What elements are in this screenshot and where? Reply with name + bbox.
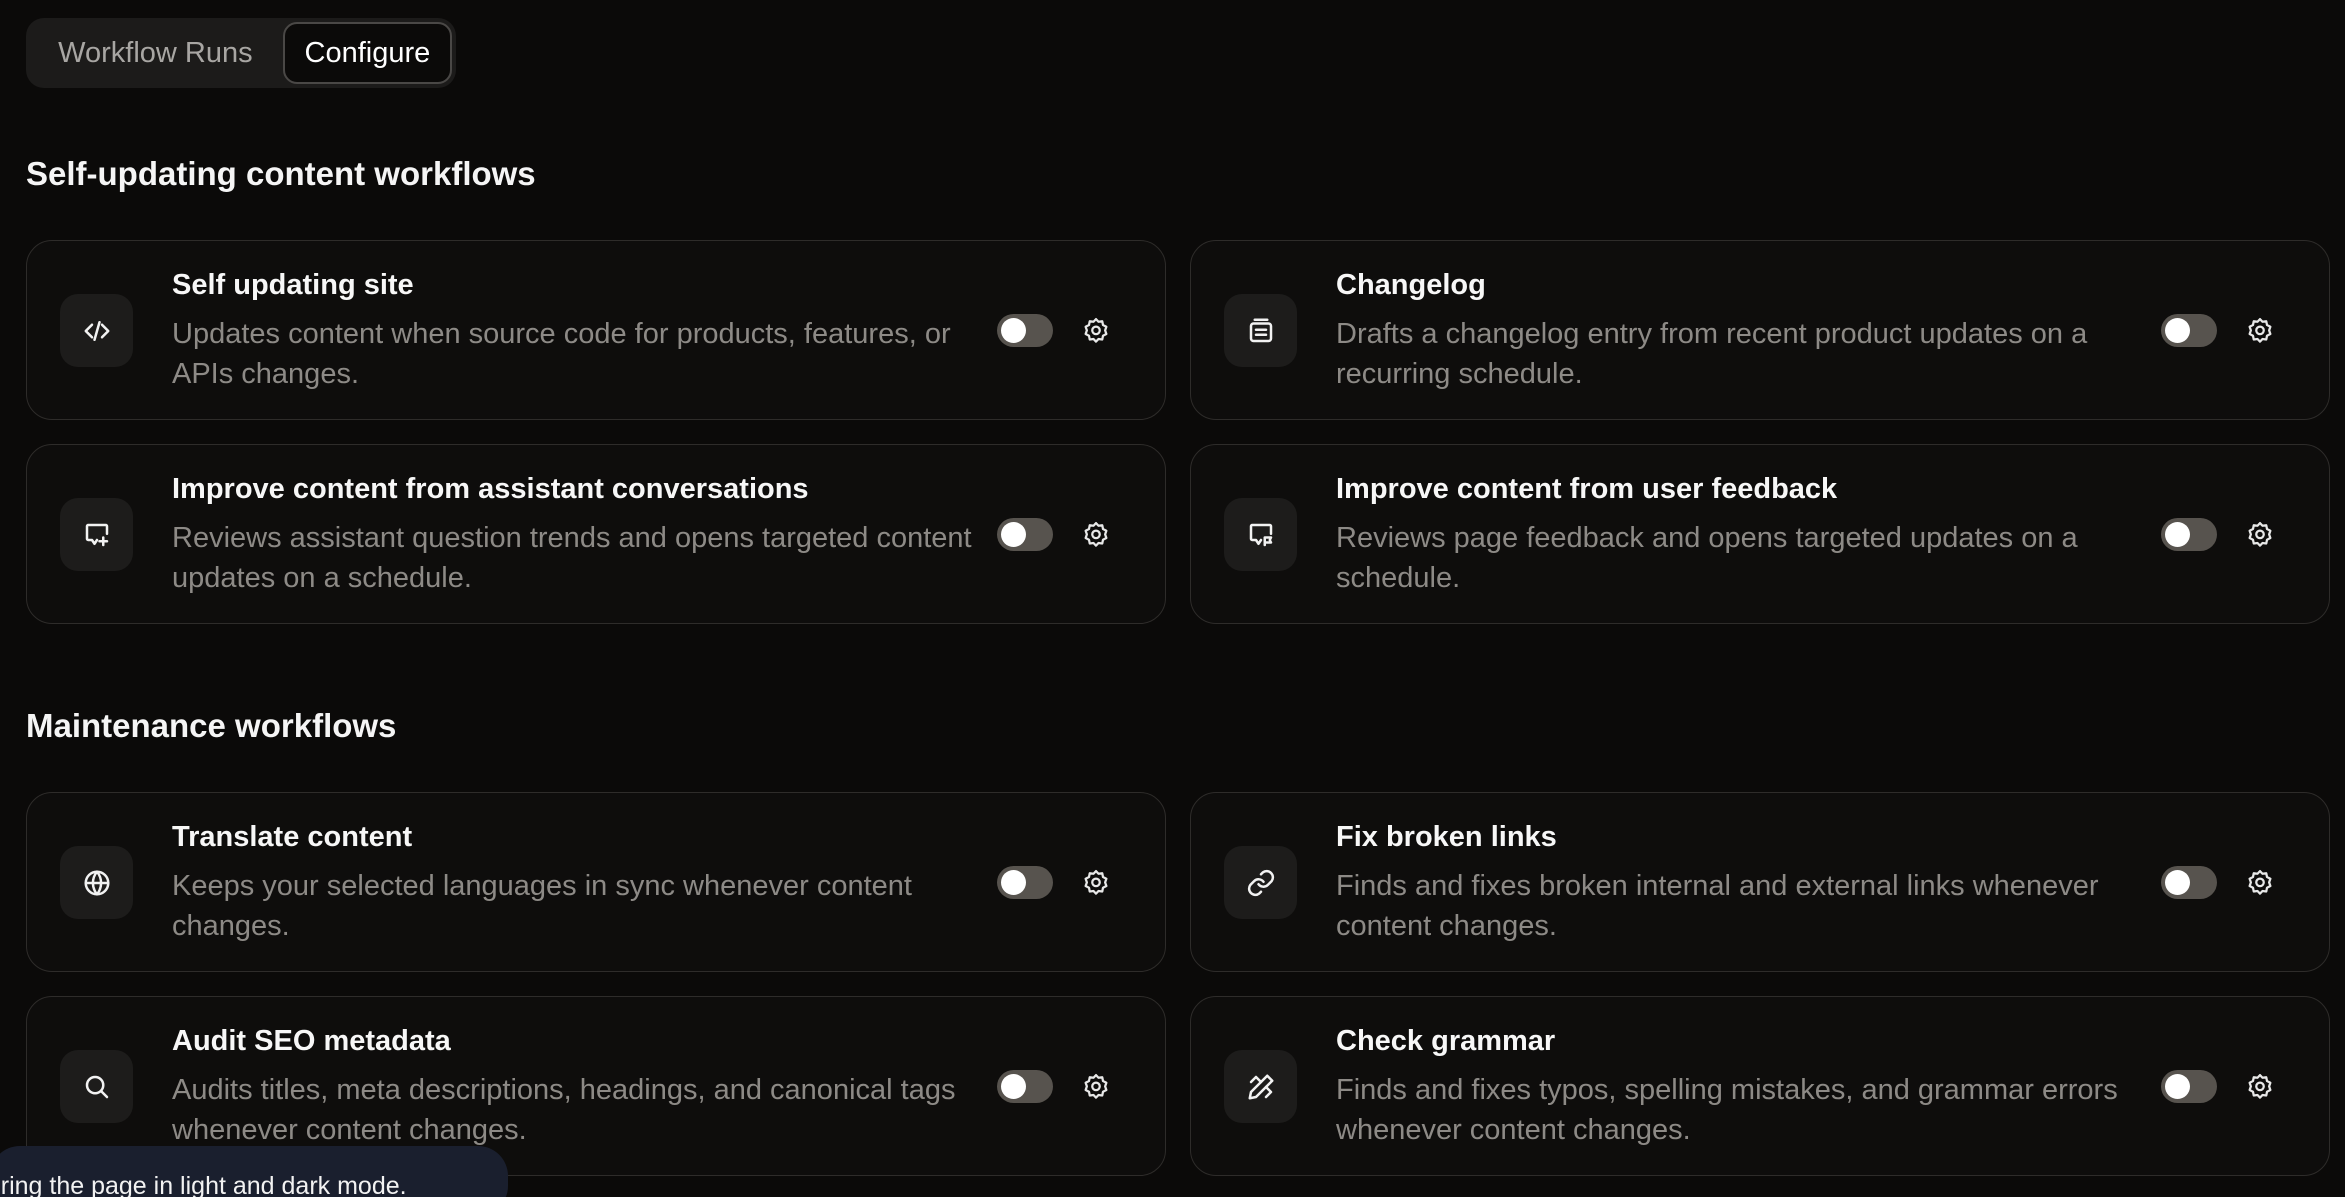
- workflow-description: Finds and fixes broken internal and exte…: [1336, 870, 2099, 942]
- view-tabs: Workflow Runs Configure: [26, 18, 456, 88]
- page-root: Workflow Runs Configure Self-updating co…: [0, 0, 2345, 1197]
- toggle-knob: [1001, 870, 1026, 895]
- toggle-knob: [1001, 522, 1026, 547]
- feedback-icon: [1224, 498, 1297, 571]
- toggle-knob: [2165, 522, 2190, 547]
- toggle-knob: [2165, 1074, 2190, 1099]
- workflow-card-check-grammar: Check grammar Finds and fixes typos, spe…: [1190, 996, 2330, 1176]
- workflow-description: Keeps your selected languages in sync wh…: [172, 870, 912, 942]
- workflow-description: Drafts a changelog entry from recent pro…: [1336, 318, 2088, 390]
- workflow-description: Reviews assistant question trends and op…: [172, 522, 972, 594]
- capture-toast: pturing the page in light and dark mode.: [0, 1146, 508, 1197]
- gear-icon[interactable]: [1080, 519, 1112, 551]
- tab-configure[interactable]: Configure: [282, 22, 452, 84]
- toast-text: pturing the page in light and dark mode.: [0, 1172, 407, 1197]
- section-title-self-updating: Self-updating content workflows: [26, 155, 536, 192]
- section-title-maintenance: Maintenance workflows: [26, 707, 397, 744]
- workflow-title: Fix broken links: [1336, 821, 1557, 853]
- workflow-card-changelog: Changelog Drafts a changelog entry from …: [1190, 240, 2330, 420]
- workflow-card-self-updating-site: Self updating site Updates content when …: [26, 240, 1166, 420]
- workflow-toggle[interactable]: [2161, 1070, 2217, 1103]
- gear-icon[interactable]: [1080, 867, 1112, 899]
- workflow-title: Changelog: [1336, 269, 1486, 301]
- gear-icon[interactable]: [1080, 1071, 1112, 1103]
- workflow-title: Translate content: [172, 821, 413, 853]
- workflow-title: Self updating site: [172, 269, 414, 301]
- workflow-title: Audit SEO metadata: [172, 1025, 451, 1057]
- toggle-knob: [1001, 318, 1026, 343]
- workflow-card-assistant-conversations: Improve content from assistant conversat…: [26, 444, 1166, 624]
- link-icon: [1224, 846, 1297, 919]
- workflow-toggle[interactable]: [2161, 518, 2217, 551]
- toggle-knob: [2165, 870, 2190, 895]
- workflow-card-user-feedback: Improve content from user feedback Revie…: [1190, 444, 2330, 624]
- workflow-description: Finds and fixes typos, spelling mistakes…: [1336, 1074, 2118, 1146]
- workflow-toggle[interactable]: [997, 866, 1053, 899]
- pencil-ruler-icon: [1224, 1050, 1297, 1123]
- workflow-toggle[interactable]: [997, 518, 1053, 551]
- tab-workflow-runs[interactable]: Workflow Runs: [30, 22, 281, 84]
- gear-icon[interactable]: [2244, 519, 2276, 551]
- changelog-icon: [1224, 294, 1297, 367]
- workflow-title: Improve content from user feedback: [1336, 473, 1838, 505]
- workflow-toggle[interactable]: [2161, 866, 2217, 899]
- workflow-toggle[interactable]: [2161, 314, 2217, 347]
- workflow-toggle[interactable]: [997, 1070, 1053, 1103]
- workflow-description: Updates content when source code for pro…: [172, 318, 951, 390]
- workflow-card-fix-broken-links: Fix broken links Finds and fixes broken …: [1190, 792, 2330, 972]
- workflow-description: Audits titles, meta descriptions, headin…: [172, 1074, 956, 1146]
- toggle-knob: [1001, 1074, 1026, 1099]
- globe-icon: [60, 846, 133, 919]
- chat-sparkle-icon: [60, 498, 133, 571]
- search-icon: [60, 1050, 133, 1123]
- gear-icon[interactable]: [1080, 315, 1112, 347]
- gear-icon[interactable]: [2244, 315, 2276, 347]
- code-icon: [60, 294, 133, 367]
- workflow-toggle[interactable]: [997, 314, 1053, 347]
- toggle-knob: [2165, 318, 2190, 343]
- gear-icon[interactable]: [2244, 1071, 2276, 1103]
- workflow-description: Reviews page feedback and opens targeted…: [1336, 522, 2078, 594]
- gear-icon[interactable]: [2244, 867, 2276, 899]
- workflow-card-translate-content: Translate content Keeps your selected la…: [26, 792, 1166, 972]
- workflow-title: Check grammar: [1336, 1025, 1556, 1057]
- workflow-title: Improve content from assistant conversat…: [172, 473, 809, 505]
